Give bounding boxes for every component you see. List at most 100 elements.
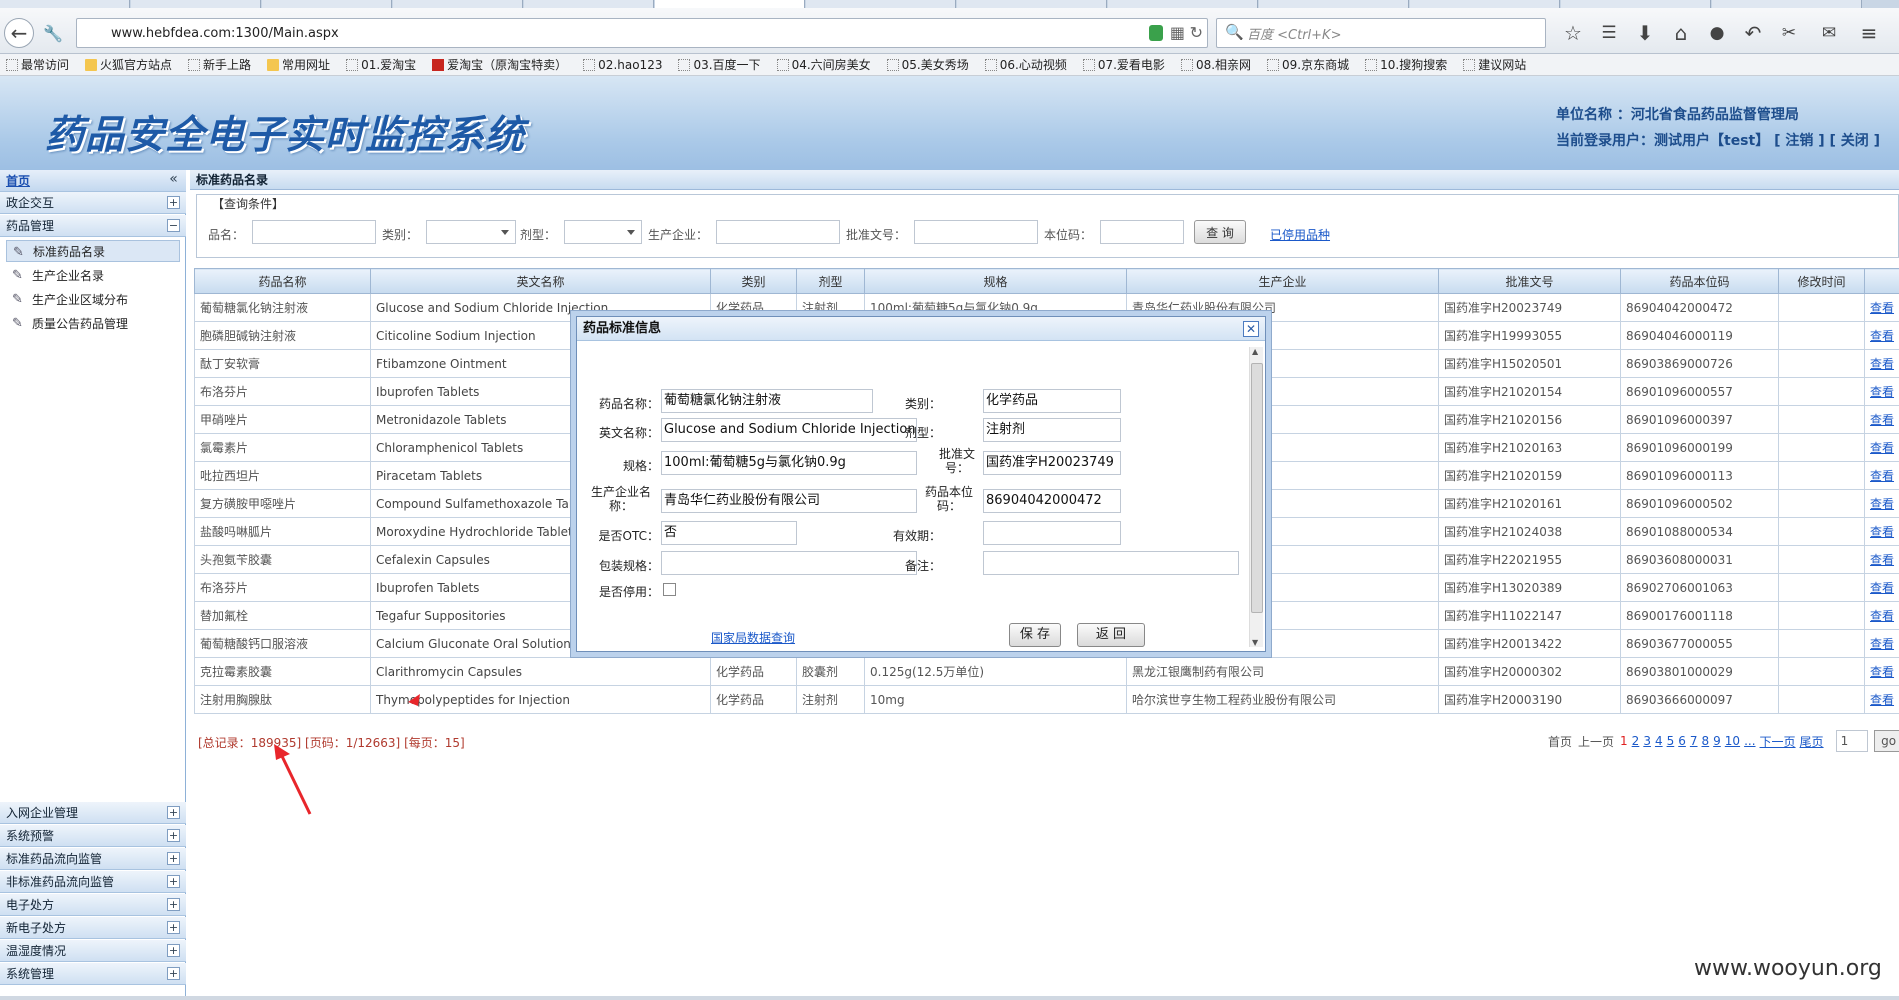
bookmark-item[interactable]: 07.爱看电影 [1077,56,1165,73]
browser-tab[interactable] [131,0,261,8]
view-link[interactable]: 查看 [1864,461,1899,490]
dlg-maker-field[interactable]: 青岛华仁药业股份有限公司 [661,489,917,513]
sidebar-group[interactable]: 药品管理 − [0,215,186,237]
expand-icon[interactable]: + [167,921,180,934]
browser-tab[interactable] [806,0,956,8]
view-link[interactable]: 查看 [1864,601,1899,630]
page-link[interactable]: ... [1744,734,1755,748]
expand-icon[interactable]: + [167,967,180,980]
scroll-down-icon[interactable]: ▼ [1252,638,1258,647]
qr-icon[interactable]: ▦ [1170,23,1185,42]
bookmark-item[interactable]: 04.六间房美女 [771,56,871,73]
sidebar-group[interactable]: 温湿度情况 + [0,940,186,962]
name-input[interactable] [252,220,376,244]
query-button[interactable]: 查 询 [1194,220,1246,244]
expand-icon[interactable]: + [167,898,180,911]
sidebar-group[interactable]: 入网企业管理 + [0,802,186,824]
bookmark-item[interactable]: 建议网站 [1457,56,1526,73]
sidebar-item[interactable]: ✎ 标准药品名录 [6,240,180,262]
url-bar[interactable]: www.hebfdea.com:1300/Main.aspx ▦ ↻ [76,18,1208,48]
sidebar-group[interactable]: 非标准药品流向监管 + [0,871,186,893]
bookmark-item[interactable]: 01.爱淘宝 [340,56,416,73]
prev-page[interactable]: 上一页 [1578,733,1614,750]
bookmark-item[interactable]: 爱淘宝（原淘宝特卖） [426,56,567,73]
sidebar-item[interactable]: ✎ 质量公告药品管理 [6,312,180,334]
sidebar-group[interactable]: 系统预警 + [0,825,186,847]
menu-icon[interactable]: ≡ [1852,18,1886,48]
chat-icon[interactable]: ● [1700,18,1734,48]
browser-tab[interactable] [957,0,1107,8]
expand-icon[interactable]: + [167,852,180,865]
expand-icon[interactable]: + [167,875,180,888]
dlg-expiry-field[interactable] [983,521,1121,545]
sidebar-item[interactable]: ✎ 生产企业名录 [6,264,180,286]
browser-tab[interactable] [1108,0,1258,8]
scroll-thumb[interactable] [1251,363,1263,613]
message-icon[interactable]: ✉ [1812,18,1846,48]
save-button[interactable]: 保 存 [1009,623,1061,647]
dlg-approval-field[interactable]: 国药准字H20023749 [983,451,1121,475]
expand-icon[interactable]: + [167,944,180,957]
sidebar-group[interactable]: 标准药品流向监管 + [0,848,186,870]
view-link[interactable]: 查看 [1864,489,1899,518]
go-button[interactable]: go [1873,730,1899,752]
bookmark-item[interactable]: 10.搜狗搜索 [1359,56,1447,73]
star-icon[interactable]: ☆ [1556,18,1590,48]
type-select[interactable] [426,220,516,244]
home-icon[interactable]: ⌂ [1664,18,1698,48]
sidebar-group[interactable]: 新电子处方 + [0,917,186,939]
sidebar-home[interactable]: 首页 « [0,170,186,192]
browser-tab[interactable] [524,0,654,8]
back-button[interactable]: 返 回 [1077,623,1145,647]
table-row[interactable]: 克拉霉素胶囊 Clarithromycin Capsules 化学药品 胶囊剂 0.12… [194,657,1899,686]
bookmark-item[interactable]: 05.美女秀场 [881,56,969,73]
collapse-icon[interactable]: « [167,172,180,187]
search-input[interactable]: 🔍 百度 <Ctrl+K> [1216,18,1546,48]
browser-tab[interactable] [393,0,523,8]
logout-link[interactable]: [ 注销 ] [1774,133,1825,149]
browser-tab[interactable] [1561,0,1711,8]
page-link[interactable]: 8 [1702,734,1710,748]
browser-tab[interactable] [1410,0,1560,8]
dlg-type-field[interactable]: 化学药品 [983,389,1121,413]
view-link[interactable]: 查看 [1864,377,1899,406]
view-link[interactable]: 查看 [1864,405,1899,434]
table-row[interactable]: 注射用胸腺肽 Thymopolypeptides for Injection 化学药… [194,685,1899,714]
disabled-checkbox[interactable] [663,583,676,596]
dlg-name-field[interactable]: 葡萄糖氯化钠注射液 [661,389,873,413]
close-link[interactable]: [ 关闭 ] [1830,133,1881,149]
page-link[interactable]: 5 [1667,734,1675,748]
page-link[interactable]: 4 [1655,734,1663,748]
maker-input[interactable] [716,220,840,244]
national-data-link[interactable]: 国家局数据查询 [711,629,795,646]
bookmark-item[interactable]: 03.百度一下 [672,56,761,73]
bookmark-item[interactable]: 08.相亲网 [1175,56,1251,73]
view-link[interactable]: 查看 [1864,629,1899,658]
crop-icon[interactable]: ✂ [1772,18,1806,48]
page-link[interactable]: 6 [1678,734,1686,748]
next-page[interactable]: 下一页 [1760,733,1796,750]
dlg-form-field[interactable]: 注射剂 [983,418,1121,442]
back-icon[interactable]: ← [4,18,34,48]
bookmark-item[interactable]: 02.hao123 [577,58,662,72]
collapse-icon[interactable]: − [167,219,180,232]
expand-icon[interactable]: + [167,829,180,842]
page-link[interactable]: 9 [1713,734,1721,748]
expand-icon[interactable]: + [167,196,180,209]
view-link[interactable]: 查看 [1864,573,1899,602]
sidebar-group[interactable]: 电子处方 + [0,894,186,916]
view-link[interactable]: 查看 [1864,657,1899,686]
bookmark-item[interactable]: 06.心动视频 [979,56,1067,73]
view-link[interactable]: 查看 [1864,349,1899,378]
close-icon[interactable]: ✕ [1243,321,1259,337]
bookmark-item[interactable]: 新手上路 [182,56,251,73]
sidebar-group[interactable]: 系统管理 + [0,963,186,985]
page-input[interactable]: 1 [1835,730,1868,752]
form-select[interactable] [564,220,642,244]
expand-icon[interactable]: + [167,806,180,819]
page-link[interactable]: 10 [1725,734,1740,748]
first-page[interactable]: 首页 [1548,733,1572,750]
view-link[interactable]: 查看 [1864,321,1899,350]
reading-list-icon[interactable]: ☰ [1592,18,1626,48]
view-link[interactable]: 查看 [1864,545,1899,574]
